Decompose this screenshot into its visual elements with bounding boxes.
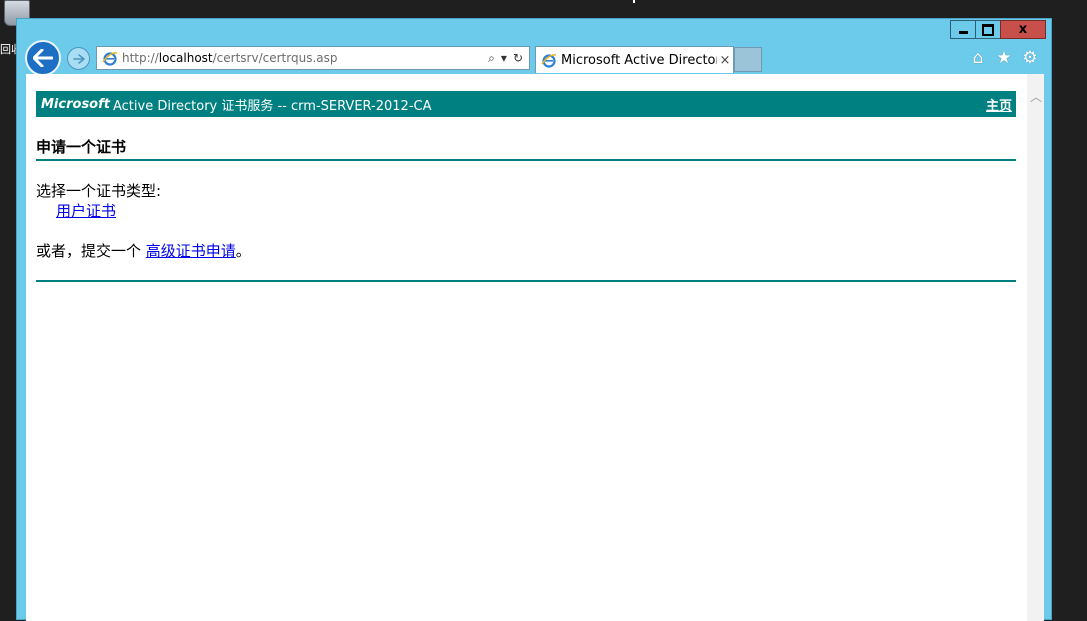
dropdown-icon[interactable]: ▾ <box>501 51 507 65</box>
cursor-dot <box>633 0 635 3</box>
minimize-icon <box>958 31 968 34</box>
tab-title: Microsoft Active Director... <box>561 52 717 68</box>
back-button[interactable] <box>25 40 61 76</box>
window-controls: x <box>950 20 1046 39</box>
new-tab-button[interactable] <box>734 47 762 72</box>
advanced-request-link[interactable]: 高级证书申请 <box>146 242 236 260</box>
tab-ie-logo-icon <box>541 52 557 68</box>
search-icon[interactable]: ⌕ <box>488 51 495 66</box>
back-arrow-icon <box>33 49 53 67</box>
banner-service: Active Directory 证书服务 -- crm-SERVER-2012… <box>112 98 432 114</box>
close-window-button[interactable]: x <box>1000 20 1046 39</box>
address-tools: ⌕ ▾ ↻ <box>488 51 529 66</box>
maximize-icon <box>982 23 994 36</box>
browser-toolbar: ⌂ ★ ⚙ <box>969 48 1039 68</box>
page-title: 申请一个证书 <box>36 136 1016 161</box>
home-link[interactable]: 主页 <box>986 95 1016 114</box>
favorites-icon[interactable]: ★ <box>995 48 1013 68</box>
page-content: Microsoft Active Directory 证书服务 -- crm-S… <box>26 74 1044 621</box>
settings-icon[interactable]: ⚙ <box>1021 48 1039 68</box>
choose-type-label: 选择一个证书类型: <box>36 182 162 200</box>
address-bar[interactable]: http://localhost/certsrv/certrqus.asp ⌕ … <box>96 46 530 70</box>
period-text: 。 <box>235 242 251 260</box>
desktop-icon-label: 回收站 <box>0 43 16 56</box>
refresh-icon[interactable]: ↻ <box>513 51 523 65</box>
divider <box>36 280 1016 282</box>
url-scheme: http:// <box>122 51 159 65</box>
address-url[interactable]: http://localhost/certsrv/certrqus.asp <box>122 51 488 65</box>
browser-window: x http://localhost/certsrv/certrqus.asp … <box>16 18 1052 621</box>
minimize-button[interactable] <box>950 20 976 39</box>
banner-brand: Microsoft <box>41 96 110 112</box>
user-certificate-link[interactable]: 用户证书 <box>56 200 116 221</box>
home-icon[interactable]: ⌂ <box>969 48 987 68</box>
forward-button[interactable] <box>67 47 90 70</box>
forward-arrow-icon <box>72 53 85 64</box>
url-host: localhost <box>158 51 213 65</box>
or-submit-text: 或者，提交一个 <box>36 242 146 260</box>
vertical-scrollbar[interactable]: ︿ <box>1027 74 1044 621</box>
maximize-button[interactable] <box>975 20 1001 39</box>
ie-logo-icon <box>102 50 118 66</box>
tab-close-icon[interactable]: × <box>717 53 733 68</box>
advanced-request-line: 或者，提交一个 高级证书申请。 <box>36 240 251 261</box>
page-banner: Microsoft Active Directory 证书服务 -- crm-S… <box>36 91 1016 117</box>
tab-active[interactable]: Microsoft Active Director... × <box>535 46 734 73</box>
url-path: /certsrv/certrqus.asp <box>212 51 338 65</box>
scroll-up-icon[interactable]: ︿ <box>1030 88 1042 105</box>
